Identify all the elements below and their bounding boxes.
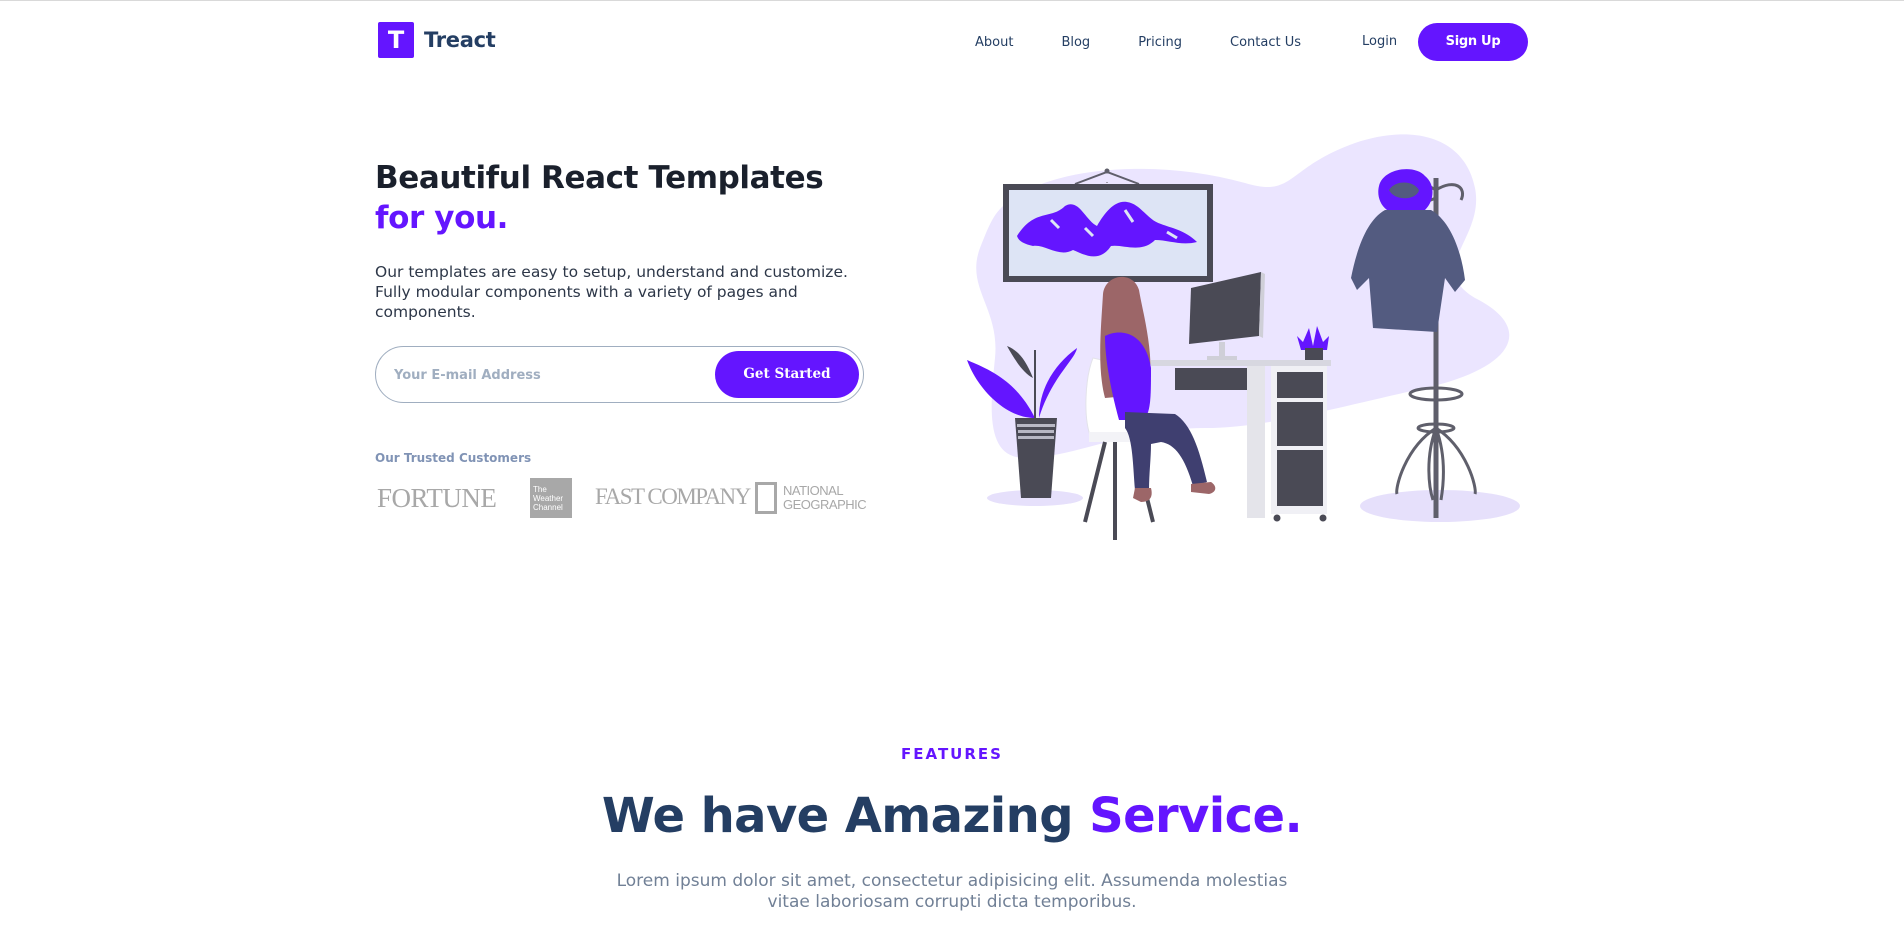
site-header: T Treact About Blog Pricing Contact Us L… bbox=[376, 22, 1528, 62]
fast-company-logo: FAST COMPANY bbox=[595, 484, 751, 509]
hero-title-accent: for you. bbox=[375, 200, 509, 236]
monitor-base bbox=[1207, 356, 1237, 360]
cabinet-wheel bbox=[1319, 514, 1327, 522]
chair-leg bbox=[1083, 441, 1107, 523]
coatrack-shadow bbox=[1360, 490, 1520, 522]
features-title-accent: Service. bbox=[1089, 788, 1303, 844]
cabinet-drawer bbox=[1277, 372, 1323, 398]
desk-leg bbox=[1247, 366, 1265, 518]
natgeo-frame-icon bbox=[755, 482, 777, 514]
monitor-stand bbox=[1219, 342, 1225, 358]
main-nav: About Blog Pricing Contact Us bbox=[975, 22, 1301, 62]
weather-logo-line: Weather bbox=[533, 494, 564, 503]
hero-illustration bbox=[967, 134, 1520, 540]
natgeo-line: NATIONAL bbox=[783, 483, 844, 498]
customer-logos: FORTUNE The Weather Channel FAST COMPANY… bbox=[375, 478, 867, 518]
nav-link-blog[interactable]: Blog bbox=[1061, 35, 1090, 50]
nav-link-pricing[interactable]: Pricing bbox=[1138, 35, 1182, 50]
get-started-button[interactable]: Get Started bbox=[715, 351, 859, 398]
pot-stripe bbox=[1018, 436, 1054, 439]
email-signup-form: Get Started bbox=[375, 346, 864, 403]
features-title: We have Amazing Service. bbox=[0, 786, 1904, 846]
trusted-customers-label: Our Trusted Customers bbox=[375, 451, 532, 465]
hero-title-main: Beautiful React Templates bbox=[375, 160, 824, 196]
logo-link[interactable]: T Treact bbox=[378, 22, 496, 58]
cabinet-drawer bbox=[1277, 450, 1323, 506]
hero-title: Beautiful React Templates for you. bbox=[375, 158, 875, 238]
features-label: FEATURES bbox=[901, 745, 1003, 763]
nav-link-about[interactable]: About bbox=[975, 35, 1013, 50]
weather-logo-line: Channel bbox=[533, 503, 563, 512]
natgeo-line: GEOGRAPHIC bbox=[783, 497, 867, 512]
frame-nail bbox=[1104, 168, 1110, 174]
desk-drawer-front bbox=[1175, 368, 1253, 390]
login-link[interactable]: Login bbox=[1362, 22, 1397, 62]
desk-plant-pot bbox=[1305, 348, 1323, 360]
cabinet-wheel bbox=[1273, 514, 1281, 522]
brand-name: Treact bbox=[424, 28, 496, 52]
pot-stripe bbox=[1017, 424, 1055, 427]
fortune-logo: FORTUNE bbox=[377, 483, 497, 513]
features-title-main: We have Amazing bbox=[601, 788, 1090, 844]
natgeo-wordmark: NATIONAL GEOGRAPHIC bbox=[783, 483, 867, 512]
nav-link-contact[interactable]: Contact Us bbox=[1230, 35, 1301, 50]
cabinet-drawer bbox=[1277, 402, 1323, 446]
weather-logo-line: The bbox=[533, 485, 547, 494]
logo-icon: T bbox=[378, 22, 414, 58]
signup-button[interactable]: Sign Up bbox=[1418, 23, 1528, 61]
email-input[interactable] bbox=[394, 364, 694, 386]
hero-description: Our templates are easy to setup, underst… bbox=[375, 263, 848, 321]
weather-channel-logo: The Weather Channel bbox=[530, 478, 572, 518]
pot-stripe bbox=[1018, 430, 1054, 433]
national-geographic-logo: NATIONAL GEOGRAPHIC bbox=[755, 482, 867, 514]
person-shoe bbox=[1191, 482, 1216, 494]
top-border bbox=[0, 0, 1904, 1]
desk-top bbox=[1151, 360, 1331, 366]
features-description: Lorem ipsum dolor sit amet, consectetur … bbox=[616, 871, 1288, 912]
